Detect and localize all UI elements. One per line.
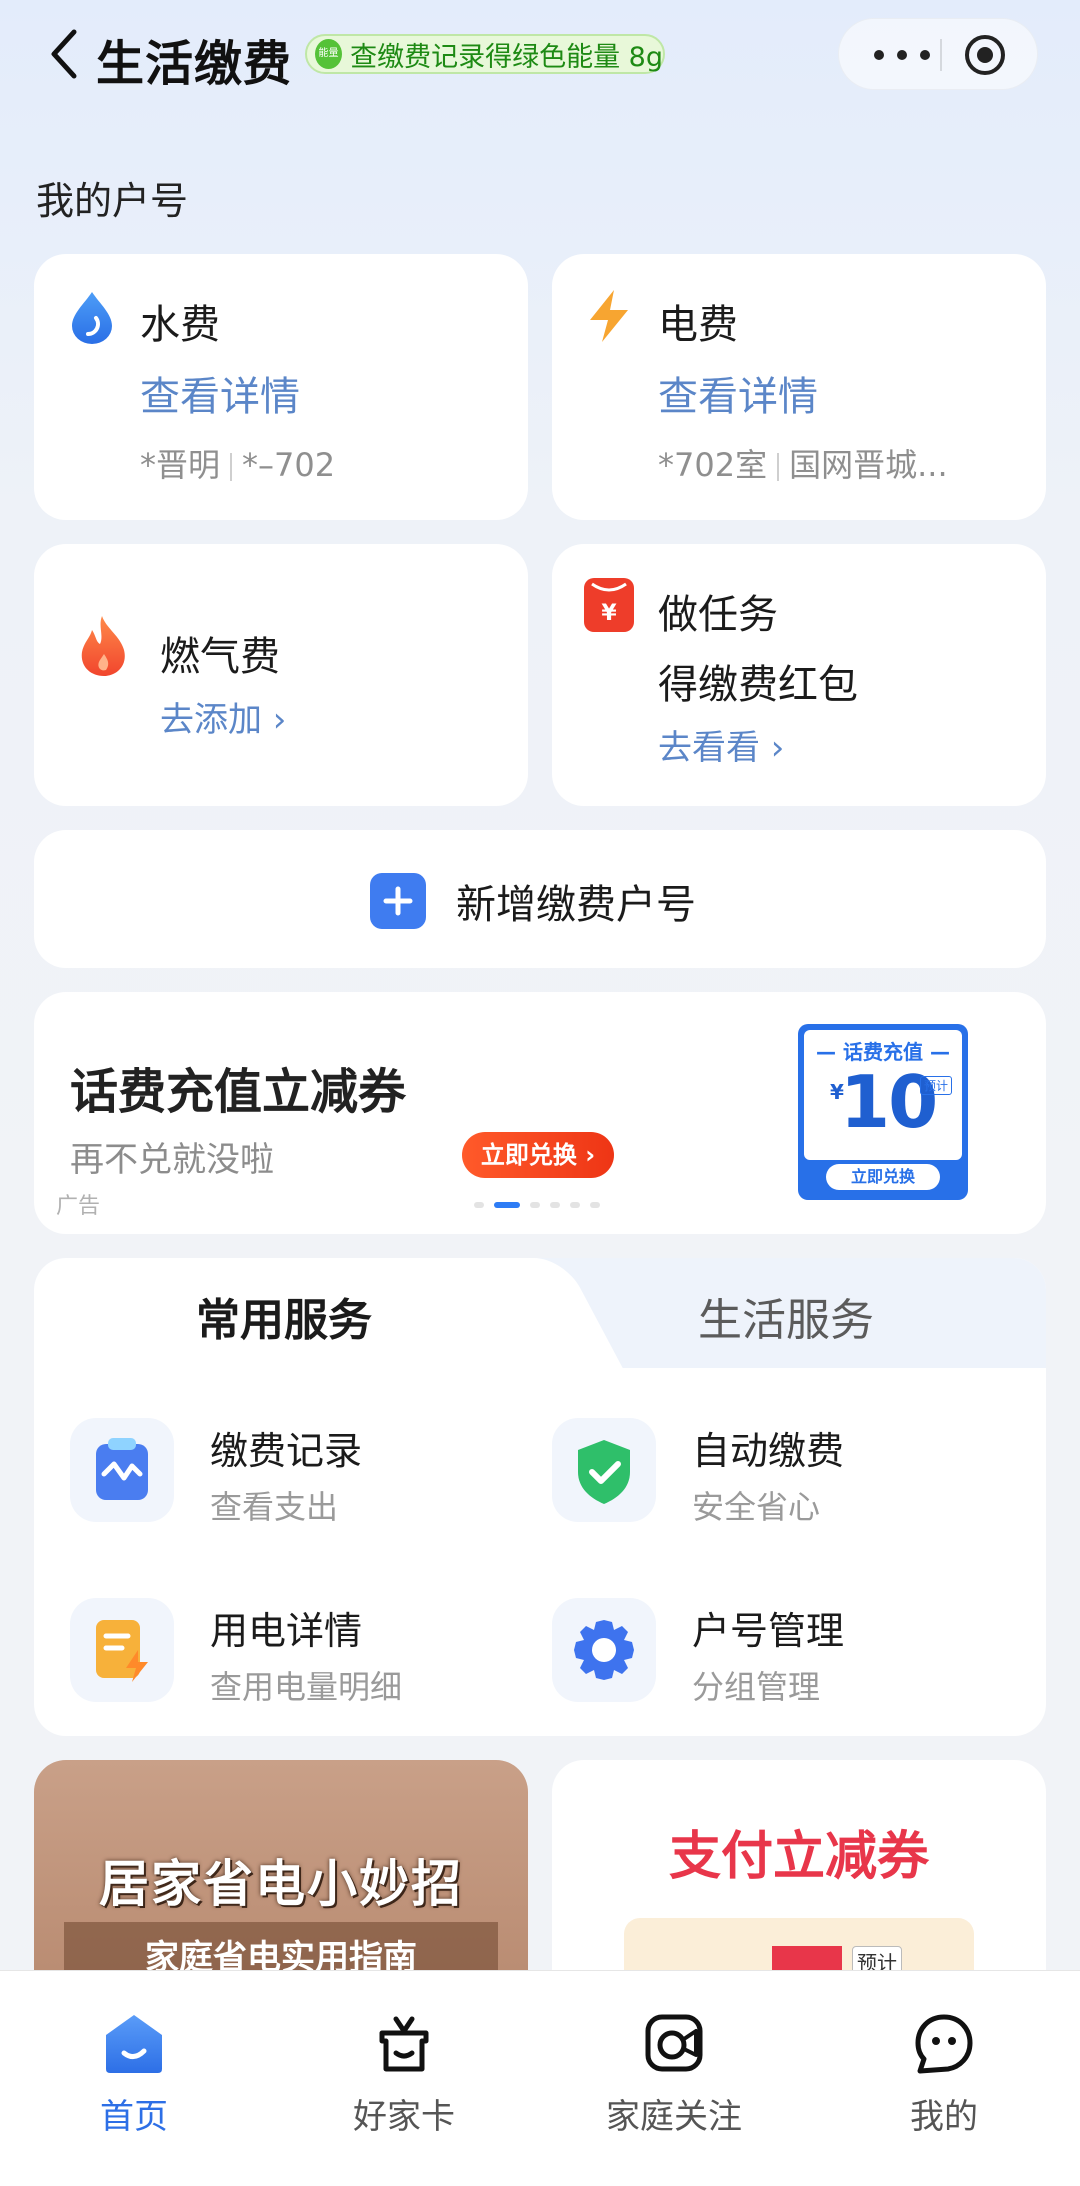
- coupon-value: 10: [840, 1060, 938, 1144]
- ad-redeem-button[interactable]: 立即兑换 ›: [462, 1132, 614, 1178]
- water-account-card[interactable]: 水费 查看详情 *晋明 *–702: [34, 254, 528, 520]
- flame-icon: [81, 616, 125, 676]
- gift-box-icon: [379, 2016, 429, 2072]
- service-electricity-details[interactable]: 用电详情 查用电量明细: [70, 1598, 550, 1718]
- nav-label: 我的: [910, 2097, 978, 2137]
- mini-program-capsule: [838, 18, 1038, 90]
- nav-label: 家庭关注: [606, 2097, 742, 2137]
- services-panel: 常用服务 生活服务 缴费记录 查看支出 自动缴费 安全省心 用电详情 查用电量明…: [34, 1258, 1046, 1736]
- carousel-dot: [550, 1202, 560, 1208]
- coupon-image: — 话费充值 — ¥ 10 预计 立即兑换: [798, 1024, 968, 1200]
- gas-add-link[interactable]: 去添加 ›: [160, 692, 286, 741]
- promo-payment-coupon[interactable]: 支付立减券 预计: [552, 1760, 1046, 2000]
- coupon-button: 立即兑换: [826, 1164, 940, 1190]
- carousel-dot-active: [494, 1202, 520, 1208]
- service-subtitle: 分组管理: [692, 1668, 821, 1706]
- more-dots-icon[interactable]: [867, 41, 937, 69]
- red-envelope-icon: ¥: [584, 578, 634, 632]
- task-view-link[interactable]: 去看看 ›: [658, 720, 784, 769]
- service-title: 用电详情: [210, 1609, 363, 1653]
- energy-text: 查缴费记录得绿色能量 8g: [350, 41, 663, 73]
- shield-check-icon: [552, 1418, 656, 1522]
- section-title-my-accounts: 我的户号: [36, 179, 189, 223]
- plus-icon: [370, 873, 426, 929]
- ad-tag: 广告: [56, 1194, 101, 1219]
- top-bar: 生活缴费 能量 查缴费记录得绿色能量 8g: [0, 0, 1080, 120]
- promo-left-title: 居家省电小妙招: [99, 1855, 463, 1913]
- tab-life-services[interactable]: 生活服务: [698, 1284, 874, 1348]
- back-arrow-icon[interactable]: [44, 26, 88, 82]
- energy-badge-icon: 能量: [315, 39, 343, 69]
- carousel-dot: [530, 1202, 540, 1208]
- coupon-est-tag: 预计: [920, 1076, 953, 1095]
- target-circle-icon[interactable]: [963, 33, 1007, 77]
- electric-room: *702室: [658, 446, 768, 484]
- clipboard-chart-icon: [70, 1418, 174, 1522]
- nav-family-watch[interactable]: 家庭关注: [564, 2011, 784, 2161]
- promo-power-saving-tips[interactable]: 居家省电小妙招 家庭省电实用指南: [34, 1760, 528, 2000]
- electric-company: 国网晋城...: [789, 446, 948, 484]
- service-subtitle: 查用电量明细: [210, 1668, 403, 1706]
- service-auto-pay[interactable]: 自动缴费 安全省心: [552, 1418, 1032, 1538]
- electric-account-info: *702室 国网晋城...: [658, 440, 948, 486]
- promo-right-title: 支付立减券: [668, 1827, 929, 1887]
- electric-label: 电费: [658, 302, 738, 348]
- bill-lightning-icon: [70, 1598, 174, 1702]
- water-owner: *晋明: [140, 446, 221, 484]
- water-view-details-link[interactable]: 查看详情: [140, 364, 300, 422]
- electric-account-card[interactable]: 电费 查看详情 *702室 国网晋城...: [552, 254, 1046, 520]
- nav-label: 首页: [100, 2097, 168, 2137]
- task-title: 做任务: [658, 592, 778, 638]
- gas-label: 燃气费: [160, 634, 280, 680]
- svg-text:¥: ¥: [601, 601, 617, 626]
- service-subtitle: 安全省心: [692, 1488, 821, 1526]
- service-payment-records[interactable]: 缴费记录 查看支出: [70, 1418, 550, 1538]
- service-title: 缴费记录: [210, 1429, 363, 1473]
- task-subtitle: 得缴费红包: [658, 662, 858, 708]
- gear-icon: [552, 1598, 656, 1702]
- nav-home[interactable]: 首页: [24, 2011, 244, 2161]
- energy-banner[interactable]: 能量 查缴费记录得绿色能量 8g: [305, 34, 665, 74]
- ad-subtitle: 再不兑就没啦: [70, 1140, 274, 1180]
- electric-view-details-link[interactable]: 查看详情: [658, 364, 818, 422]
- carousel-indicator: [474, 1202, 600, 1210]
- water-label: 水费: [140, 302, 220, 348]
- nav-mine[interactable]: 我的: [834, 2011, 1054, 2161]
- water-room: *–702: [242, 446, 336, 484]
- profile-face-icon: [915, 2014, 973, 2074]
- service-subtitle: 查看支出: [210, 1488, 339, 1526]
- camera-play-icon: [645, 2014, 703, 2072]
- ad-title: 话费充值立减券: [70, 1064, 407, 1120]
- carousel-dot: [474, 1202, 484, 1208]
- service-title: 户号管理: [692, 1609, 845, 1653]
- divider: [230, 453, 233, 481]
- page-title: 生活缴费: [96, 36, 293, 92]
- service-title: 自动缴费: [692, 1429, 845, 1473]
- bottom-navigation: 首页 好家卡 家庭关注 我的: [0, 1970, 1080, 2186]
- ad-banner[interactable]: 话费充值立减券 再不兑就没啦 广告 立即兑换 › — 话费充值 — ¥ 10 预…: [34, 992, 1046, 1234]
- nav-label: 好家卡: [353, 2097, 455, 2137]
- nav-family-card[interactable]: 好家卡: [294, 2011, 514, 2161]
- service-account-management[interactable]: 户号管理 分组管理: [552, 1598, 1032, 1718]
- gas-account-card[interactable]: 燃气费 去添加 ›: [34, 544, 528, 806]
- divider: [777, 453, 780, 481]
- add-account-button[interactable]: 新增缴费户号: [34, 830, 1046, 968]
- capsule-divider: [940, 39, 942, 71]
- lightning-icon: [590, 290, 628, 342]
- add-account-label: 新增缴费户号: [456, 882, 696, 928]
- carousel-dot: [590, 1202, 600, 1208]
- water-account-info: *晋明 *–702: [140, 440, 335, 486]
- task-card[interactable]: ¥ 做任务 得缴费红包 去看看 ›: [552, 544, 1046, 806]
- home-icon: [106, 2015, 162, 2073]
- water-drop-icon: [72, 292, 112, 344]
- tab-common-services[interactable]: 常用服务: [196, 1284, 372, 1348]
- carousel-dot: [570, 1202, 580, 1208]
